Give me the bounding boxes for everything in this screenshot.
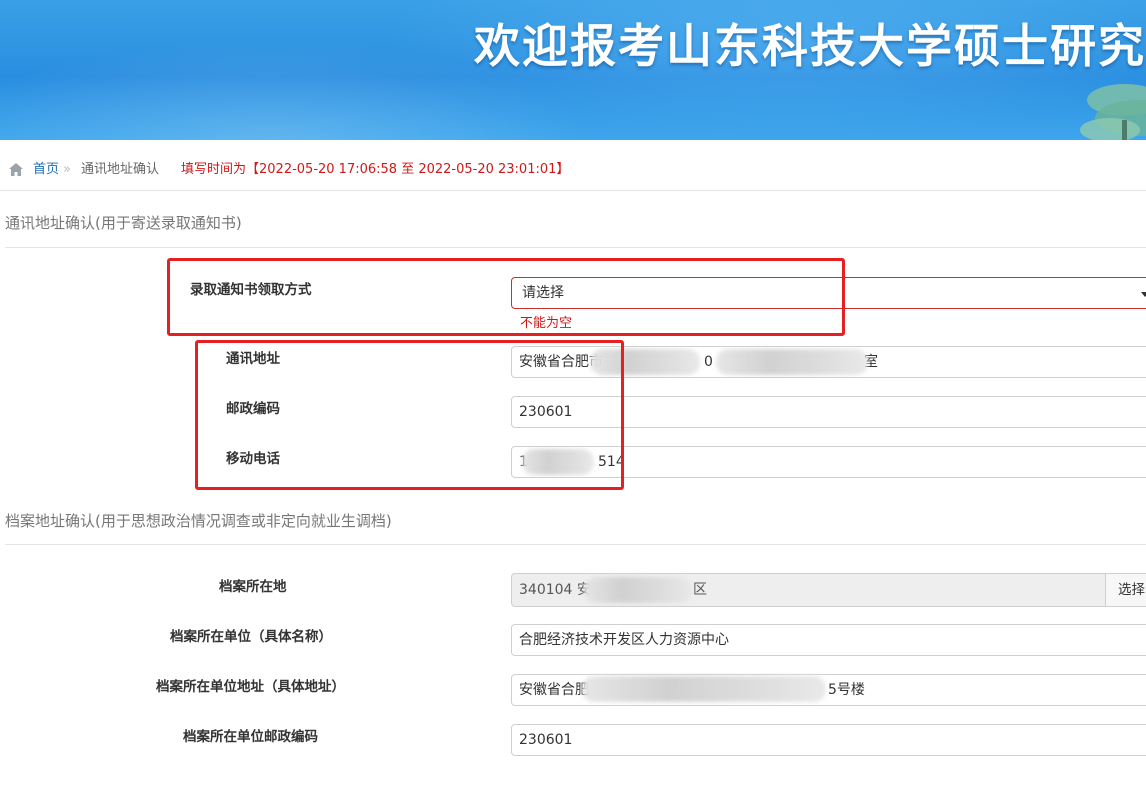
breadcrumb-separator: » xyxy=(63,162,71,177)
highlight-box-contact xyxy=(195,340,624,490)
archive-location-end: 区 xyxy=(693,582,707,598)
archive-unit-address-end: 5号楼 xyxy=(828,682,865,698)
banner-title: 欢迎报考山东科技大学硕士研究 xyxy=(474,19,1146,73)
archive-location-start: 340104 安 xyxy=(519,582,591,598)
privacy-blur xyxy=(716,349,868,375)
header-banner: 欢迎报考山东科技大学硕士研究 xyxy=(0,0,1146,140)
archive-unit-address-label: 档案所在单位地址（具体地址） xyxy=(156,679,345,695)
archive-unit-label: 档案所在单位（具体名称） xyxy=(170,629,332,645)
archive-location-label: 档案所在地 xyxy=(219,579,287,595)
breadcrumb: 首页 » 通讯地址确认 填写时间为【2022-05-20 17:06:58 至 … xyxy=(0,150,1146,191)
chevron-down-icon[interactable] xyxy=(1141,292,1146,297)
archive-location-select-button[interactable]: 选择 xyxy=(1105,573,1146,607)
section-title: 通讯地址确认(用于寄送录取通知书) xyxy=(5,214,242,232)
breadcrumb-current: 通讯地址确认 xyxy=(81,162,160,177)
home-icon[interactable] xyxy=(9,163,23,176)
divider xyxy=(5,544,1146,545)
archive-unit-postcode-input[interactable]: 230601 xyxy=(511,724,1146,756)
archive-unit-postcode-label: 档案所在单位邮政编码 xyxy=(183,729,318,745)
highlight-box-pickup xyxy=(167,258,845,336)
archive-unit-value: 合肥经济技术开发区人力资源中心 xyxy=(519,632,729,648)
fill-time-notice: 填写时间为【2022-05-20 17:06:58 至 2022-05-20 2… xyxy=(181,162,570,177)
address-value-mid: 0 xyxy=(704,354,713,370)
tree-decoration-icon xyxy=(1080,84,1146,140)
archive-unit-input[interactable]: 合肥经济技术开发区人力资源中心 xyxy=(511,624,1146,656)
divider xyxy=(5,247,1146,248)
section-title: 档案地址确认(用于思想政治情况调查或非定向就业生调档) xyxy=(5,512,392,530)
privacy-blur xyxy=(584,577,692,603)
breadcrumb-home-link[interactable]: 首页 xyxy=(33,150,59,190)
archive-unit-postcode-value: 230601 xyxy=(519,732,573,748)
privacy-blur xyxy=(582,676,826,702)
page: 欢迎报考山东科技大学硕士研究 首页 » 通讯地址确认 填写时间为【2022-05… xyxy=(0,0,1146,793)
section-header-archive: 档案地址确认(用于思想政治情况调查或非定向就业生调档) xyxy=(0,510,1146,546)
section-header-mailing: 通讯地址确认(用于寄送录取通知书) xyxy=(0,212,1146,248)
archive-unit-address-start: 安徽省合肥 xyxy=(519,682,589,698)
